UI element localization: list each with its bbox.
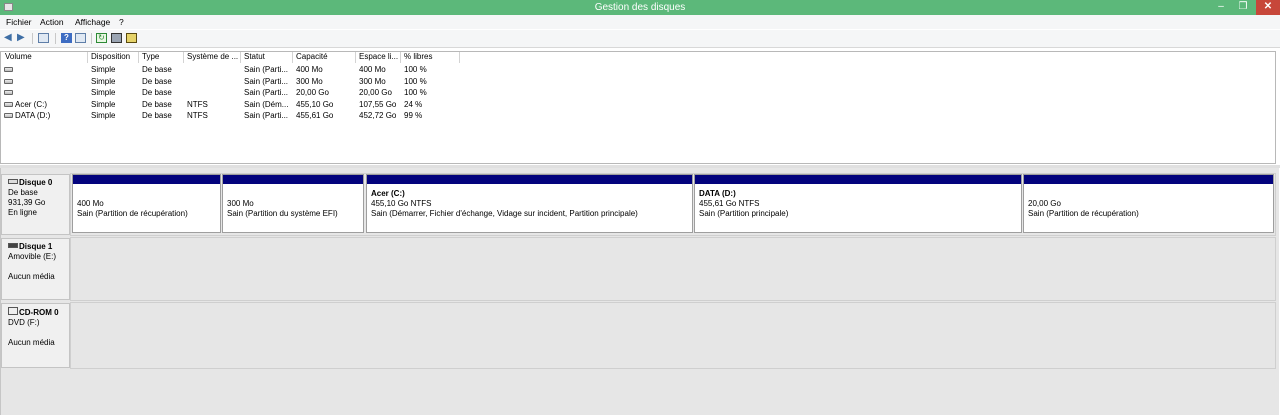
disk-1-label[interactable]: Disque 1 Amovible (E:) Aucun média	[1, 238, 70, 300]
partition-acer-c[interactable]: Acer (C:) 455,10 Go NTFS Sain (Démarrer,…	[366, 174, 693, 233]
window-title: Gestion des disques	[594, 2, 686, 13]
toolbar-separator	[55, 33, 56, 44]
menu-action[interactable]: Action	[40, 17, 64, 27]
column-header-capacity[interactable]: Capacité	[293, 52, 356, 63]
volume-icon	[4, 90, 13, 95]
minimize-button[interactable]: –	[1210, 0, 1232, 15]
menu-bar: Fichier Action Affichage ?	[0, 15, 1280, 29]
disk-1-body	[70, 237, 1276, 301]
partition-recovery-2[interactable]: 20,00 Go Sain (Partition de récupération…	[1023, 174, 1274, 233]
restore-button[interactable]: ❐	[1232, 0, 1254, 15]
table-row[interactable]: Simple De base Sain (Parti... 400 Mo 400…	[0, 64, 1276, 76]
column-header-status[interactable]: Statut	[241, 52, 293, 63]
toolbar-separator	[91, 33, 92, 44]
column-header-volume[interactable]: Volume	[2, 52, 88, 63]
menu-help[interactable]: ?	[119, 17, 124, 27]
table-row[interactable]: DATA (D:) Simple De base NTFS Sain (Part…	[0, 110, 1276, 122]
back-arrow-icon[interactable]: ◀	[4, 33, 14, 43]
title-bar: Gestion des disques – ❐ ✕	[0, 0, 1280, 15]
refresh-icon[interactable]: ↻	[96, 33, 107, 43]
forward-arrow-icon[interactable]: ▶	[17, 33, 27, 43]
close-button[interactable]: ✕	[1256, 0, 1280, 15]
cdrom-icon	[8, 307, 18, 315]
table-row[interactable]: Simple De base Sain (Parti... 20,00 Go 2…	[0, 87, 1276, 99]
column-header-filesystem[interactable]: Système de ...	[184, 52, 241, 63]
column-header-percent-free[interactable]: % libres	[401, 52, 460, 63]
partition-data-d[interactable]: DATA (D:) 455,61 Go NTFS Sain (Partition…	[694, 174, 1022, 233]
column-header-free-space[interactable]: Espace li...	[356, 52, 401, 63]
volume-icon	[4, 113, 13, 118]
column-header-type[interactable]: Type	[139, 52, 184, 63]
column-header-disposition[interactable]: Disposition	[88, 52, 139, 63]
menu-fichier[interactable]: Fichier	[6, 17, 32, 27]
cdrom-0-label[interactable]: CD-ROM 0 DVD (F:) Aucun média	[1, 303, 70, 368]
menu-affichage[interactable]: Affichage	[75, 17, 110, 27]
properties-icon[interactable]	[75, 33, 86, 43]
partition-efi[interactable]: 300 Mo Sain (Partition du système EFI)	[222, 174, 364, 233]
toolbar-separator	[32, 33, 33, 44]
cdrom-0-body	[70, 302, 1276, 369]
volume-icon	[4, 101, 13, 107]
disk-0-label[interactable]: Disque 0 De base 931,39 Go En ligne	[1, 174, 70, 235]
help-icon[interactable]: ?	[61, 33, 72, 43]
partition-recovery-1[interactable]: 400 Mo Sain (Partition de récupération)	[72, 174, 221, 233]
toolbar: ◀ ▶ ? ↻	[0, 30, 1280, 48]
table-row[interactable]: Simple De base Sain (Parti... 300 Mo 300…	[0, 76, 1276, 88]
disk-icon	[8, 179, 18, 184]
volume-icon	[4, 67, 13, 72]
rescan-icon[interactable]	[111, 33, 122, 43]
volume-icon	[4, 78, 13, 84]
console-view-icon[interactable]	[38, 33, 49, 43]
settings-icon[interactable]	[126, 33, 137, 43]
table-row[interactable]: Acer (C:) Simple De base NTFS Sain (Dém.…	[0, 99, 1276, 111]
removable-disk-icon	[8, 243, 18, 248]
